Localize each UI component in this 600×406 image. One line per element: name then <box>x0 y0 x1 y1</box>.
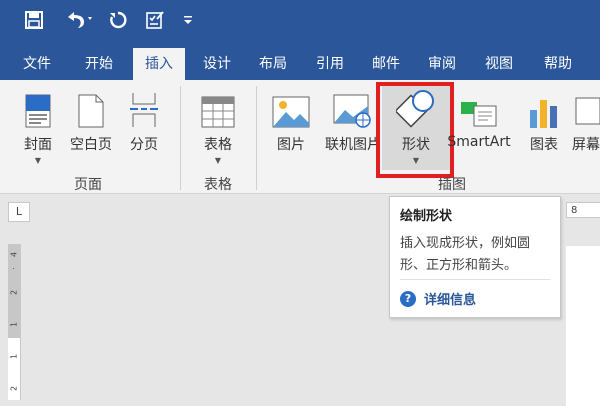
vertical-ruler: 4 · 2 1 1 2 <box>8 244 21 400</box>
chevron-down-icon: ▼ <box>214 156 222 165</box>
ribbon-tabs: 文件 开始 插入 设计 布局 引用 邮件 审阅 视图 帮助 <box>0 40 600 80</box>
bar-chart-icon <box>528 88 560 128</box>
help-icon: ? <box>400 290 416 307</box>
tab-review[interactable]: 审阅 <box>417 48 467 80</box>
cover-page-icon <box>25 88 51 128</box>
tab-mailings[interactable]: 邮件 <box>361 48 411 80</box>
smartart-button[interactable]: SmartArt <box>446 80 512 170</box>
tab-layout[interactable]: 布局 <box>248 48 298 80</box>
shapes-tooltip: 绘制形状 插入现成形状，例如圆形、正方形和箭头。 ? 详细信息 <box>389 196 561 318</box>
group-divider <box>180 86 181 190</box>
document-page[interactable] <box>566 246 600 406</box>
picture-button[interactable]: 图片 <box>268 80 314 170</box>
ribbon: 封面 ▼ 空白页 分页 页面 表格 ▼ 表格 图片 联机图片 形状 ▼ Smar… <box>0 80 600 194</box>
online-picture-button[interactable]: 联机图片 <box>322 80 384 170</box>
table-group-label: 表格 <box>204 177 232 193</box>
tab-insert[interactable]: 插入 <box>133 48 185 80</box>
tab-view[interactable]: 视图 <box>474 48 524 80</box>
screenshot-button[interactable]: 屏幕 <box>572 80 600 170</box>
screenshot-icon <box>572 88 600 128</box>
save-icon[interactable] <box>22 6 46 34</box>
table-icon <box>201 88 235 128</box>
group-divider <box>256 86 257 190</box>
chart-button[interactable]: 图表 <box>522 80 566 170</box>
tab-home[interactable]: 开始 <box>74 48 124 80</box>
tooltip-description: 插入现成形状，例如圆形、正方形和箭头。 <box>400 236 531 273</box>
tooltip-divider <box>400 279 550 280</box>
tab-file[interactable]: 文件 <box>12 48 62 80</box>
undo-icon[interactable] <box>60 6 98 34</box>
smartart-icon <box>460 88 498 128</box>
checklist-icon[interactable] <box>142 6 168 34</box>
tell-me-more-link[interactable]: ? 详细信息 <box>400 289 476 308</box>
tab-selector[interactable]: L <box>8 202 30 222</box>
redo-icon[interactable] <box>106 6 130 34</box>
tab-references[interactable]: 引用 <box>305 48 355 80</box>
picture-icon <box>272 88 310 128</box>
red-highlight-box <box>376 82 454 178</box>
page-break-button[interactable]: 分页 <box>124 80 164 170</box>
customize-icon[interactable] <box>180 6 196 34</box>
blank-page-button[interactable]: 空白页 <box>66 80 116 170</box>
cover-button[interactable]: 封面 ▼ <box>18 80 58 170</box>
table-button[interactable]: 表格 ▼ <box>196 80 240 170</box>
quick-access-toolbar <box>0 0 600 40</box>
chevron-down-icon: ▼ <box>34 156 42 165</box>
blank-page-icon <box>78 88 104 128</box>
pages-group-label: 页面 <box>74 177 102 193</box>
page-break-icon <box>130 88 158 128</box>
illustrations-group-label: 插图 <box>438 177 466 193</box>
tab-design[interactable]: 设计 <box>192 48 242 80</box>
online-picture-icon <box>333 88 373 128</box>
tooltip-title: 绘制形状 <box>400 209 453 224</box>
tab-help[interactable]: 帮助 <box>532 48 584 80</box>
horizontal-ruler: 8 <box>566 202 600 218</box>
tooltip-link-label: 详细信息 <box>424 293 477 308</box>
